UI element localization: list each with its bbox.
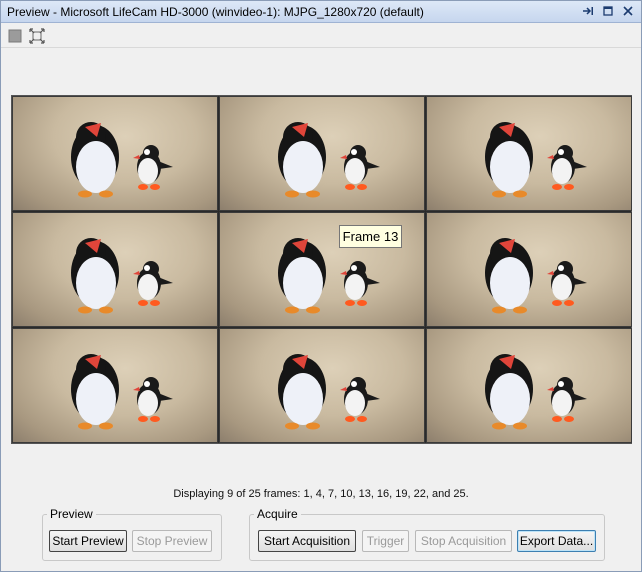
preview-group-legend: Preview <box>50 507 93 521</box>
stop-preview-button[interactable]: Stop Preview <box>132 530 212 552</box>
stop-preview-icon[interactable] <box>7 28 23 44</box>
frame-montage <box>11 95 632 444</box>
undock-icon[interactable] <box>581 4 595 18</box>
frame-tile <box>426 96 632 211</box>
start-preview-button[interactable]: Start Preview <box>49 530 127 552</box>
stop-acquisition-button[interactable]: Stop Acquisition <box>415 530 512 552</box>
maximize-icon[interactable] <box>601 4 615 18</box>
export-data-button[interactable]: Export Data... <box>517 530 596 552</box>
acquire-group-legend: Acquire <box>257 507 298 521</box>
frame-tile <box>219 96 425 211</box>
fit-to-window-icon[interactable] <box>29 28 45 44</box>
title-buttons <box>581 4 635 18</box>
frame-tile <box>219 328 425 443</box>
toolbar <box>1 24 641 48</box>
frame-tile <box>12 212 218 327</box>
frames-status: Displaying 9 of 25 frames: 1, 4, 7, 10, … <box>173 488 469 500</box>
frame-tile <box>426 328 632 443</box>
frame-tile <box>12 96 218 211</box>
trigger-button[interactable]: Trigger <box>362 530 409 552</box>
window-title: Preview - Microsoft LifeCam HD-3000 (win… <box>7 5 424 19</box>
frame-tooltip: Frame 13 <box>339 225 402 248</box>
close-icon[interactable] <box>621 4 635 18</box>
frame-tile <box>12 328 218 443</box>
frame-tile <box>426 212 632 327</box>
title-bar[interactable]: Preview - Microsoft LifeCam HD-3000 (win… <box>1 1 641 23</box>
preview-window: Preview - Microsoft LifeCam HD-3000 (win… <box>0 0 642 572</box>
start-acquisition-button[interactable]: Start Acquisition <box>258 530 356 552</box>
